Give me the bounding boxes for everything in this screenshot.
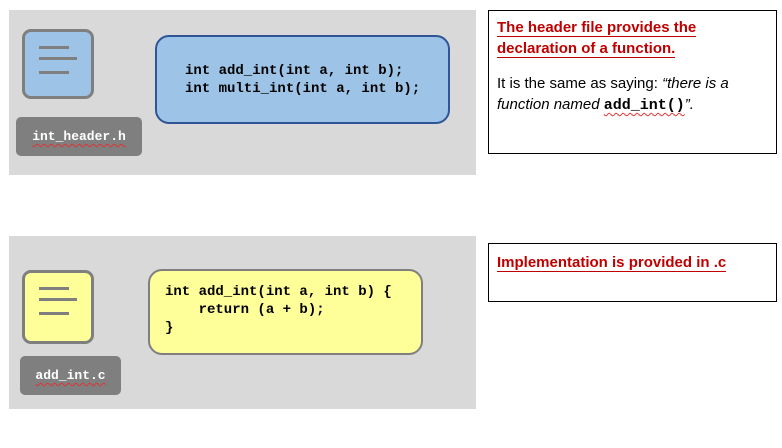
document-icon [22, 29, 94, 99]
header-code-box: int add_int(int a, int b); int multi_int(… [155, 35, 450, 124]
code-line: int multi_int(int a, int b); [185, 81, 421, 97]
header-explanation-note: The header file provides the declaration… [488, 10, 777, 154]
code-line: } [165, 320, 174, 336]
function-name: add_int() [603, 97, 685, 114]
note-heading: The header file provides the declaration… [497, 19, 697, 58]
impl-file-panel: add_int.c int add_int(int a, int b) { re… [9, 236, 476, 409]
note-body: It is the same as saying: “there is a fu… [497, 75, 729, 114]
impl-explanation-note: Implementation is provided in .c [488, 243, 777, 302]
impl-code-box: int add_int(int a, int b) { return (a + … [148, 269, 423, 355]
code-line: return (a + b); [165, 302, 325, 318]
filename-label: int_header.h [16, 117, 142, 156]
filename-label: add_int.c [20, 356, 121, 395]
code-line: int add_int(int a, int b) { [165, 284, 392, 300]
code-line: int add_int(int a, int b); [185, 63, 404, 79]
note-heading: Implementation is provided in .c [497, 254, 727, 272]
header-file-panel: int_header.h int add_int(int a, int b); i… [9, 10, 476, 175]
document-icon [22, 270, 94, 344]
